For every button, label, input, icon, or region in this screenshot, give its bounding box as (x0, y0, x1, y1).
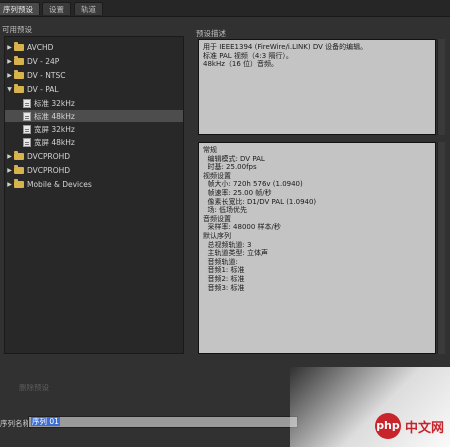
available-presets-label: 可用预设 (2, 25, 32, 34)
delete-preset-button[interactable]: 删除预设 (10, 382, 58, 394)
details-line: 常规 (203, 146, 217, 154)
chevron-down-icon[interactable]: ▼ (5, 86, 14, 93)
tab-tracks[interactable]: 轨道 (74, 2, 103, 15)
details-line: 像素长宽比: D1/DV PAL (1.0940) (203, 197, 317, 206)
description-line: 48kHz（16 位）音频。 (203, 60, 279, 69)
preset-file-icon (23, 124, 31, 134)
chevron-right-icon[interactable]: ▶ (5, 153, 14, 160)
php-logo-icon: php (374, 413, 401, 439)
folder-icon (14, 83, 24, 93)
description-line: 标准 PAL 视频（4:3 隔行）。 (203, 51, 293, 60)
watermark-logo: php 中文网 (374, 413, 444, 439)
tree-folder-dv-24p[interactable]: ▶ DV - 24P (5, 55, 183, 67)
tree-folder-avchd[interactable]: ▶ AVCHD (5, 41, 183, 53)
folder-icon (14, 178, 24, 188)
tree-preset-standard-48khz[interactable]: 标准 48kHz (5, 110, 183, 122)
folder-icon (14, 55, 24, 65)
chevron-right-icon[interactable]: ▶ (5, 72, 14, 79)
preset-file-icon (23, 137, 31, 147)
tab-settings[interactable]: 设置 (42, 2, 71, 15)
details-line: 帧大小: 720h 576v (1.0940) (203, 180, 303, 189)
preset-description-label: 预设描述 (196, 29, 226, 38)
details-line: 场: 低场优先 (203, 206, 248, 215)
tree-folder-dv-pal[interactable]: ▼ DV - PAL (5, 83, 183, 95)
tree-folder-mobile-devices[interactable]: ▶ Mobile & Devices (5, 178, 183, 190)
folder-icon (14, 150, 24, 160)
tree-preset-widescreen-48khz[interactable]: 宽屏 48kHz (5, 136, 183, 148)
folder-icon (14, 164, 24, 174)
details-line: 主轨道类型: 立体声 (203, 249, 269, 258)
new-sequence-dialog: 序列预设 设置 轨道 可用预设 ▶ AVCHD ▶ DV - 24P ▶ DV … (0, 0, 450, 447)
tab-sequence-presets[interactable]: 序列预设 (0, 2, 40, 15)
details-line: 总视频轨道: 3 (203, 240, 252, 249)
folder-icon (14, 41, 24, 51)
preset-file-icon (23, 98, 31, 108)
sequence-name-input[interactable]: 序列 01 (28, 416, 298, 428)
tree-preset-widescreen-32khz[interactable]: 宽屏 32kHz (5, 123, 183, 135)
description-line: 用于 IEEE1394 (FireWire/i.LINK) DV 设备的编辑。 (203, 43, 368, 51)
details-line: 采样率: 48000 样本/秒 (203, 223, 281, 232)
folder-icon (14, 69, 24, 79)
preset-details-box: 常规 编辑模式: DV PAL 时基: 25.00fps 视频设置 帧大小: 7… (198, 142, 436, 354)
details-line: 时基: 25.00fps (203, 163, 257, 172)
chevron-right-icon[interactable]: ▶ (5, 44, 14, 51)
details-scrollbar[interactable] (437, 142, 445, 354)
tab-bar: 序列预设 设置 轨道 (0, 0, 450, 17)
details-line: 帧速率: 25.00 帧/秒 (203, 188, 272, 197)
chevron-right-icon[interactable]: ▶ (5, 167, 14, 174)
description-scrollbar[interactable] (437, 39, 445, 135)
preset-tree[interactable]: ▶ AVCHD ▶ DV - 24P ▶ DV - NTSC ▼ DV - PA… (4, 36, 184, 354)
details-line: 音频2: 标准 (203, 274, 245, 283)
details-line: 默认序列 (203, 231, 231, 240)
chevron-right-icon[interactable]: ▶ (5, 58, 14, 65)
tree-preset-standard-32khz[interactable]: 标准 32kHz (5, 97, 183, 109)
tree-folder-dvcprohd-2[interactable]: ▶ DVCPROHD (5, 164, 183, 176)
preset-description-box: 用于 IEEE1394 (FireWire/i.LINK) DV 设备的编辑。 … (198, 39, 436, 135)
tree-folder-dv-ntsc[interactable]: ▶ DV - NTSC (5, 69, 183, 81)
chevron-right-icon[interactable]: ▶ (5, 181, 14, 188)
sequence-name-value: 序列 01 (31, 417, 60, 426)
details-line: 音频3: 标准 (203, 283, 245, 292)
details-line: 音频1: 标准 (203, 266, 245, 275)
watermark-text: 中文网 (404, 420, 444, 436)
details-line: 编辑模式: DV PAL (203, 154, 265, 163)
tree-folder-dvcprohd-1[interactable]: ▶ DVCPROHD (5, 150, 183, 162)
preset-file-icon (23, 111, 31, 121)
